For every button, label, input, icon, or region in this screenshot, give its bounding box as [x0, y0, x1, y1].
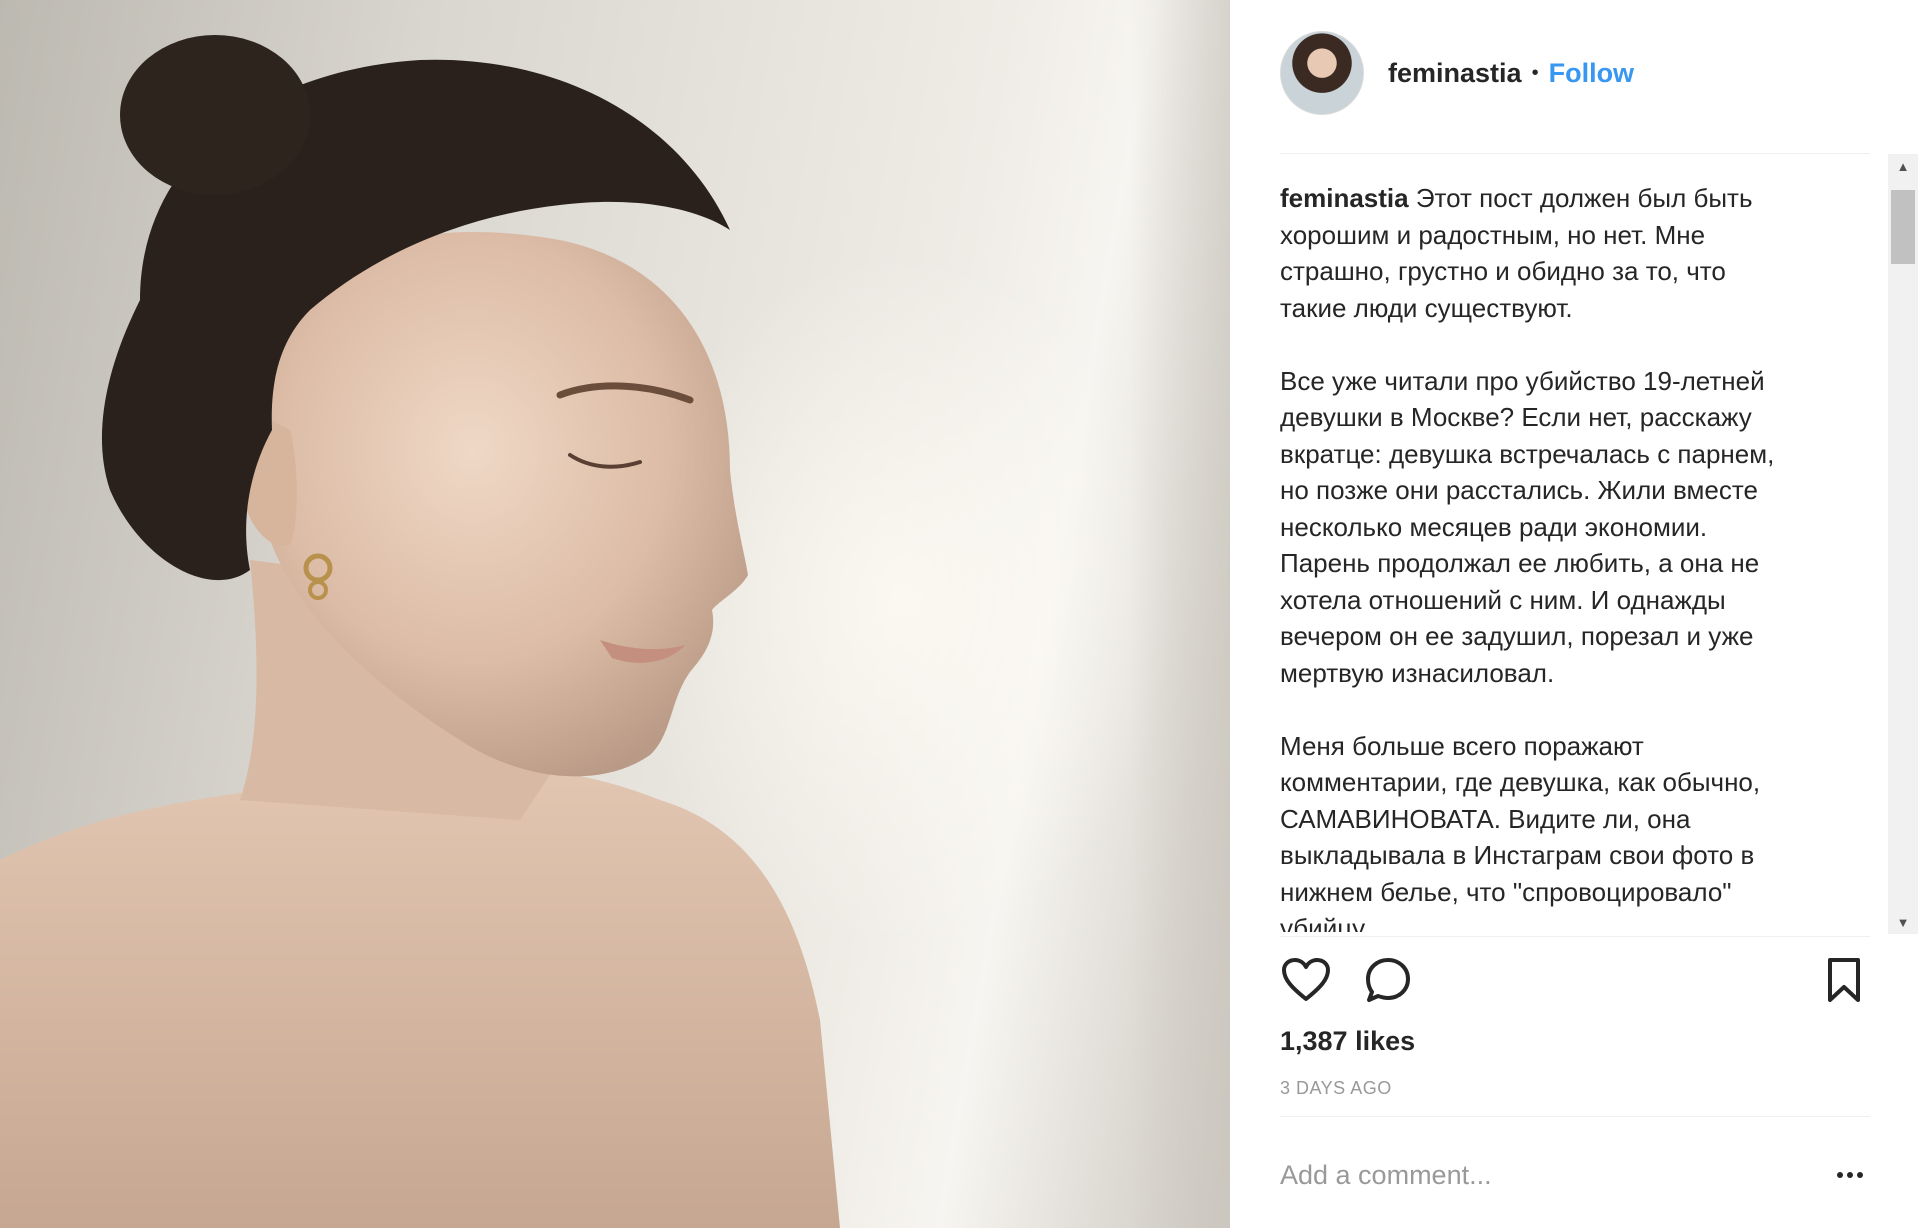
post-actions [1280, 955, 1870, 1005]
photo-shade [1130, 0, 1230, 1228]
portrait-illustration [0, 35, 840, 1228]
shoulders [0, 766, 840, 1228]
more-options-icon[interactable] [1830, 1158, 1870, 1192]
bookmark-icon [1828, 958, 1860, 1002]
follow-button[interactable]: Follow [1549, 58, 1634, 89]
comment-input[interactable] [1280, 1159, 1800, 1191]
heart-icon [1282, 958, 1330, 1001]
post-side-panel: feminastia • Follow feminastia Этот пост… [1230, 0, 1920, 1228]
more-dot [1847, 1172, 1853, 1178]
save-button[interactable] [1818, 955, 1870, 1005]
comment-button[interactable] [1362, 955, 1414, 1005]
caption-scrollbar[interactable]: ▲ ▼ [1888, 154, 1918, 934]
avatar[interactable] [1280, 31, 1364, 115]
scroll-down-arrow-icon[interactable]: ▼ [1888, 910, 1918, 934]
post-timestamp[interactable]: 3 DAYS AGO [1280, 1078, 1392, 1099]
comment-bubble-icon [1366, 958, 1410, 1002]
post-header: feminastia • Follow [1280, 28, 1634, 118]
more-dot [1857, 1172, 1863, 1178]
post-caption: feminastia Этот пост должен был быть хор… [1280, 180, 1870, 932]
scrollbar-thumb[interactable] [1891, 190, 1915, 264]
separator-dot: • [1531, 61, 1539, 84]
more-dot [1837, 1172, 1843, 1178]
caption-text: Этот пост должен был быть хорошим и радо… [1280, 183, 1775, 932]
header-divider [1280, 153, 1870, 154]
actions-divider [1280, 936, 1870, 937]
comment-divider [1280, 1116, 1870, 1117]
caption-username-link[interactable]: feminastia [1280, 183, 1409, 213]
likes-count[interactable]: 1,387 likes [1280, 1026, 1415, 1057]
header-text: feminastia • Follow [1388, 58, 1634, 89]
post-photo[interactable] [0, 0, 1230, 1228]
caption-scroll-area[interactable]: feminastia Этот пост должен был быть хор… [1280, 180, 1870, 932]
comment-form [1280, 1140, 1870, 1210]
scroll-up-arrow-icon[interactable]: ▲ [1888, 154, 1918, 178]
hair-bun [120, 35, 310, 195]
username-link[interactable]: feminastia [1388, 58, 1522, 89]
like-button[interactable] [1280, 955, 1332, 1005]
